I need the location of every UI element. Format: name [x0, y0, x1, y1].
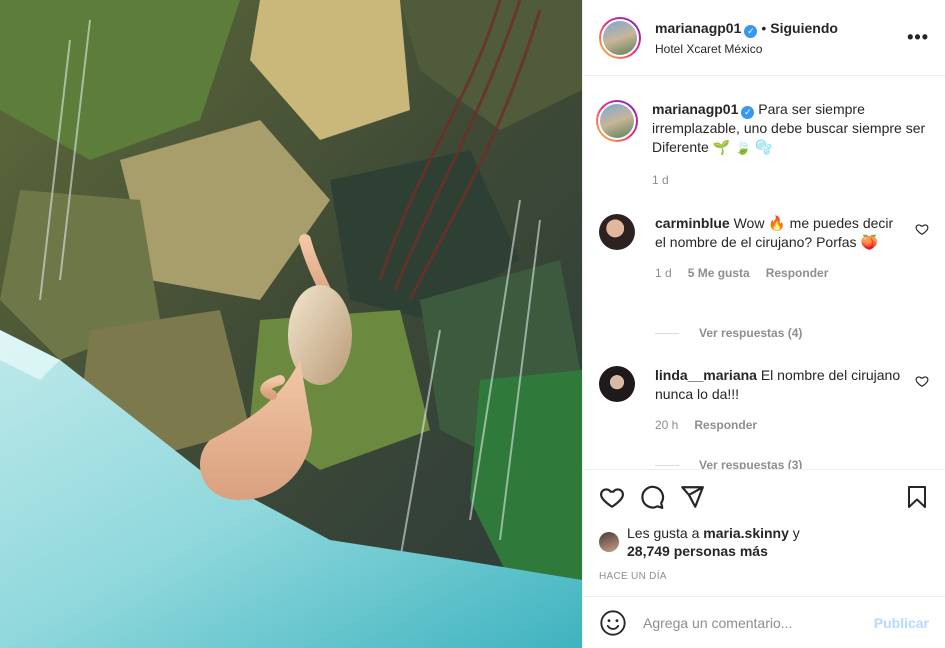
caption-username[interactable]: marianagp01: [652, 101, 738, 117]
author-username[interactable]: marianagp01: [655, 20, 741, 36]
likes-count[interactable]: 28,749 personas más: [627, 543, 768, 559]
comment-body: carminblue Wow 🔥 me puedes decir el nomb…: [655, 214, 907, 283]
caption-meta: 1 d: [652, 171, 929, 190]
likes-prefix: Les gusta a: [627, 525, 700, 541]
like-comment-heart-icon[interactable]: [915, 374, 929, 388]
add-comment-bar: Publicar: [583, 596, 945, 648]
comment-likes[interactable]: 5 Me gusta: [688, 264, 750, 283]
comment-bubble-icon[interactable]: [639, 484, 665, 510]
post-side-panel: marianagp01 ✓ • Siguiendo Hotel Xcaret Méxi…: [582, 0, 945, 648]
instagram-post: marianagp01 ✓ • Siguiendo Hotel Xcaret Méxi…: [0, 0, 945, 648]
view-replies-button[interactable]: Ver respuestas (3): [655, 458, 802, 469]
comment-time: 1 d: [655, 266, 672, 280]
liker-avatar[interactable]: [599, 532, 619, 552]
post-photo-image: [0, 0, 582, 648]
author-avatar[interactable]: [599, 16, 641, 59]
comments-section[interactable]: marianagp01 ✓ Para ser siempre irremplaza…: [583, 76, 945, 469]
caption-row: marianagp01 ✓ Para ser siempre irremplaza…: [596, 100, 929, 190]
post-photo[interactable]: [0, 0, 582, 648]
post-actions: [583, 469, 945, 523]
save-bookmark-icon[interactable]: [905, 484, 929, 510]
likes-joiner: y: [792, 525, 800, 541]
liker-username[interactable]: maria.skinny: [703, 525, 789, 541]
comment-meta: 1 d 5 Me gusta Responder: [655, 264, 907, 283]
emoji-smiley-icon[interactable]: [599, 609, 627, 637]
comment-avatar[interactable]: [599, 366, 635, 402]
comment-item: carminblue Wow 🔥 me puedes decir el nomb…: [599, 214, 929, 283]
comment-time: 20 h: [655, 418, 679, 432]
comment-body: linda__mariana El nombre del cirujano nu…: [655, 366, 907, 435]
post-timestamp[interactable]: HACE UN DÍA: [583, 561, 945, 596]
view-replies-button[interactable]: Ver respuestas (4): [655, 326, 802, 340]
like-heart-icon[interactable]: [599, 484, 625, 510]
likes-summary: Les gusta a maria.skinny y 28,749 person…: [583, 523, 945, 561]
comment-username[interactable]: carminblue: [655, 215, 730, 231]
post-location[interactable]: Hotel Xcaret México: [655, 42, 907, 56]
reply-button[interactable]: Responder: [766, 264, 829, 283]
publish-button[interactable]: Publicar: [874, 615, 929, 631]
comment-username[interactable]: linda__mariana: [655, 367, 757, 383]
caption-avatar[interactable]: [596, 100, 638, 142]
reply-button[interactable]: Responder: [694, 416, 757, 435]
replies-divider: [655, 464, 679, 466]
share-paper-plane-icon[interactable]: [679, 484, 705, 510]
follow-status-button[interactable]: Siguiendo: [770, 20, 838, 36]
separator: •: [761, 19, 767, 36]
comment-input[interactable]: [643, 614, 874, 631]
author-meta: marianagp01 ✓ • Siguiendo Hotel Xcaret Méxi…: [655, 20, 907, 56]
caption-body: marianagp01 ✓ Para ser siempre irremplaza…: [652, 100, 929, 190]
replies-divider: [655, 332, 679, 334]
comment-meta: 20 h Responder: [655, 416, 907, 435]
more-options-icon[interactable]: •••: [907, 27, 929, 48]
caption-time: 1 d: [652, 173, 669, 187]
verified-badge-icon: ✓: [741, 106, 755, 119]
comment-item: linda__mariana El nombre del cirujano nu…: [599, 366, 929, 435]
likes-text: Les gusta a maria.skinny y 28,749 person…: [627, 524, 800, 560]
like-comment-heart-icon[interactable]: [915, 222, 929, 236]
post-header: marianagp01 ✓ • Siguiendo Hotel Xcaret Méxi…: [583, 0, 945, 76]
view-replies-label: Ver respuestas (3): [699, 458, 803, 469]
comment-avatar[interactable]: [599, 214, 635, 250]
view-replies-label: Ver respuestas (4): [699, 326, 803, 340]
verified-badge-icon: ✓: [744, 24, 758, 38]
